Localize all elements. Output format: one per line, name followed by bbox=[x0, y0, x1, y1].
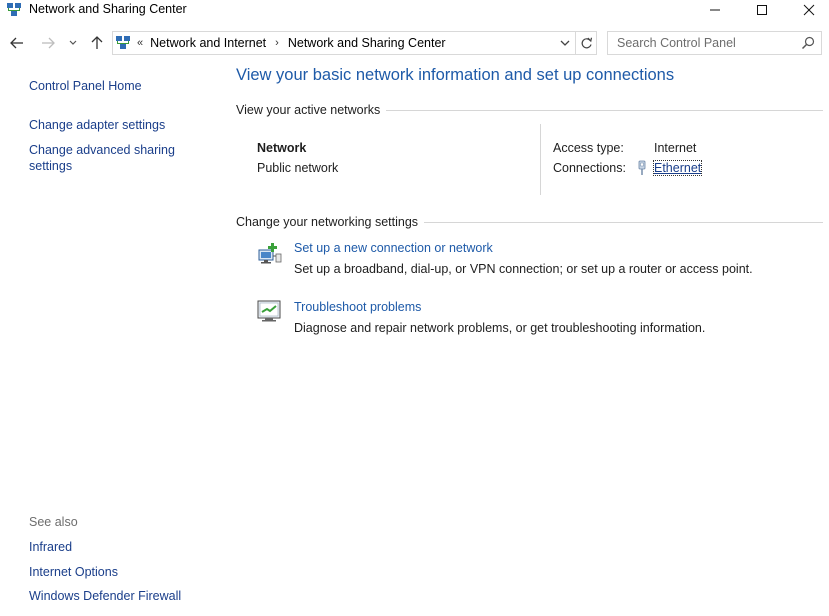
section-divider bbox=[424, 221, 823, 223]
setup-new-connection-link[interactable]: Set up a new connection or network bbox=[294, 241, 493, 255]
window-title: Network and Sharing Center bbox=[29, 2, 187, 16]
minimize-icon bbox=[710, 9, 720, 11]
troubleshoot-problems-description: Diagnose and repair network problems, or… bbox=[294, 321, 706, 335]
refresh-button[interactable] bbox=[576, 31, 597, 55]
address-dropdown-button[interactable] bbox=[556, 33, 574, 53]
access-type-value: Internet bbox=[654, 141, 697, 155]
windows-defender-firewall-link[interactable]: Windows Defender Firewall bbox=[29, 588, 181, 604]
search-box[interactable] bbox=[607, 31, 822, 55]
title-bar: Network and Sharing Center bbox=[0, 0, 829, 22]
up-button[interactable] bbox=[87, 32, 107, 54]
breadcrumb-separator[interactable]: › bbox=[275, 37, 279, 49]
network-sharing-icon bbox=[7, 3, 21, 16]
breadcrumb-overflow[interactable]: « bbox=[137, 37, 143, 49]
network-category: Public network bbox=[257, 161, 339, 175]
connections-label: Connections: bbox=[553, 161, 626, 175]
network-name: Network bbox=[257, 141, 307, 155]
navigation-bar: « Network and Internet › Network and Sha… bbox=[0, 30, 829, 56]
breadcrumb-network-and-internet[interactable]: Network and Internet bbox=[150, 36, 266, 50]
setup-new-connection-description: Set up a broadband, dial-up, or VPN conn… bbox=[294, 262, 753, 276]
maximize-button[interactable] bbox=[739, 0, 785, 20]
arrow-left-icon bbox=[10, 37, 23, 49]
active-networks-heading-text: View your active networks bbox=[236, 103, 381, 117]
control-panel-home-link[interactable]: Control Panel Home bbox=[29, 78, 142, 94]
change-settings-heading: Change your networking settings bbox=[236, 215, 823, 229]
left-pane: Control Panel Home Change adapter settin… bbox=[0, 62, 215, 616]
change-settings-heading-text: Change your networking settings bbox=[236, 215, 419, 229]
search-input[interactable] bbox=[608, 32, 798, 54]
arrow-up-icon bbox=[91, 36, 103, 49]
network-details-divider bbox=[540, 124, 541, 195]
infrared-link[interactable]: Infrared bbox=[29, 539, 72, 555]
back-button[interactable] bbox=[7, 32, 27, 54]
chevron-down-icon bbox=[69, 40, 77, 45]
change-advanced-sharing-link[interactable]: Change advanced sharing settings bbox=[29, 142, 199, 174]
active-networks-heading: View your active networks bbox=[236, 103, 823, 117]
internet-options-link[interactable]: Internet Options bbox=[29, 564, 118, 580]
network-sharing-icon bbox=[116, 36, 130, 49]
troubleshoot-icon[interactable] bbox=[256, 298, 282, 324]
section-divider bbox=[386, 109, 823, 111]
search-icon[interactable] bbox=[801, 36, 815, 50]
forward-button[interactable] bbox=[38, 32, 58, 54]
close-button[interactable] bbox=[786, 0, 829, 20]
page-title: View your basic network information and … bbox=[236, 66, 675, 84]
troubleshoot-problems-link[interactable]: Troubleshoot problems bbox=[294, 300, 421, 314]
breadcrumb-network-sharing-center[interactable]: Network and Sharing Center bbox=[288, 36, 446, 50]
close-icon bbox=[803, 4, 815, 16]
change-adapter-settings-link[interactable]: Change adapter settings bbox=[29, 117, 165, 133]
breadcrumb: « Network and Internet › Network and Sha… bbox=[137, 36, 446, 50]
maximize-icon bbox=[757, 5, 767, 15]
new-connection-icon[interactable] bbox=[256, 241, 282, 267]
chevron-down-icon bbox=[560, 40, 570, 46]
access-type-label: Access type: bbox=[553, 141, 624, 155]
see-also-label: See also bbox=[29, 515, 78, 529]
ethernet-link[interactable]: Ethernet bbox=[652, 160, 703, 176]
minimize-button[interactable] bbox=[692, 0, 738, 20]
address-bar[interactable]: « Network and Internet › Network and Sha… bbox=[112, 31, 576, 55]
recent-locations-button[interactable] bbox=[66, 32, 80, 54]
arrow-right-icon bbox=[42, 37, 55, 49]
refresh-icon bbox=[581, 37, 592, 48]
ethernet-icon bbox=[638, 160, 646, 175]
